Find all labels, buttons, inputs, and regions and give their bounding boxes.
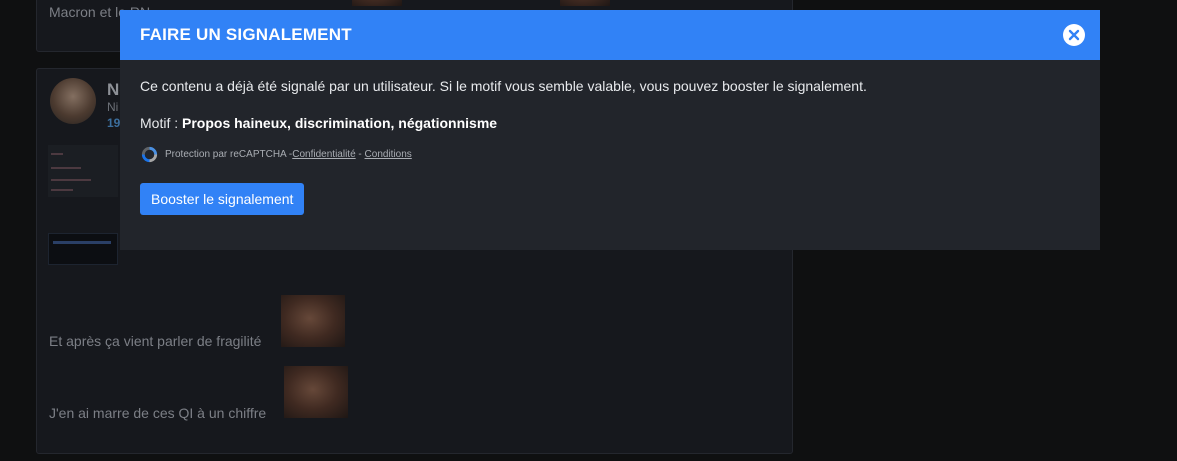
terms-link[interactable]: Conditions [365,149,412,160]
post-line: Et après ça vient parler de fragilité [49,333,262,349]
modal-title: FAIRE UN SIGNALEMENT [140,25,352,44]
avatar[interactable] [50,78,96,124]
sticker-image [560,0,610,6]
recaptcha-prefix: Protection par reCAPTCHA - [165,148,293,160]
author-level: Ni [107,100,119,114]
post-line: J'en ai marre de ces QI à un chiffre [49,405,267,421]
facepalm-sticker [281,295,345,347]
screenshot-thumbnail[interactable] [48,145,118,197]
reason-label: Motif : [140,115,179,131]
post-date[interactable]: 19 [107,116,120,130]
recaptcha-notice: Protection par reCAPTCHA - Confidentiali… [140,144,412,164]
screenshot-thumbnail[interactable] [48,233,118,265]
recaptcha-separator: - [355,148,365,160]
close-icon[interactable] [1063,24,1085,46]
reason-value: Propos haineux, discrimination, négation… [182,115,498,131]
recaptcha-icon [141,146,158,162]
report-modal: FAIRE UN SIGNALEMENT Ce contenu a déjà é… [120,10,1100,250]
info-message: Ce contenu a déjà été signalé par un uti… [140,78,867,94]
facepalm-sticker [284,366,348,418]
modal-header: FAIRE UN SIGNALEMENT [120,10,1100,60]
sticker-image [352,0,402,6]
boost-report-button[interactable]: Booster le signalement [140,183,305,215]
privacy-link[interactable]: Confidentialité [292,149,355,160]
report-reason: Motif : Propos haineux, discrimination, … [140,115,497,131]
